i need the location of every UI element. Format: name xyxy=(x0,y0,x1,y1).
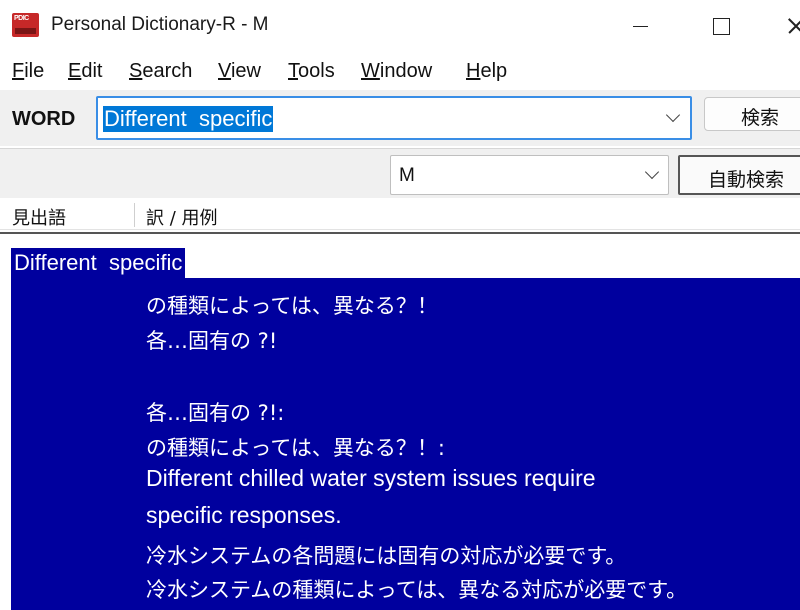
results-pane[interactable]: Different specific の種類によっては、異なる？！ 各…固有の … xyxy=(0,232,800,610)
close-icon[interactable] xyxy=(780,0,800,52)
word-input-value[interactable]: Different specific xyxy=(103,106,274,132)
entry-headword[interactable]: Different specific xyxy=(11,248,186,278)
search-toolbar: WORD Different specific 検索 xyxy=(0,90,800,146)
definition-line: 各…固有の ?! xyxy=(146,329,278,353)
maximize-icon[interactable] xyxy=(694,0,750,52)
word-label: WORD xyxy=(12,108,76,130)
menu-file[interactable]: File xyxy=(12,60,44,83)
menu-edit[interactable]: Edit xyxy=(68,60,102,83)
auto-search-button-label: 自動検索 xyxy=(708,169,785,191)
column-divider[interactable] xyxy=(134,203,135,227)
column-header: 見出語 訳 / 用例 xyxy=(0,200,800,230)
menu-window[interactable]: Window xyxy=(361,60,432,83)
menu-help[interactable]: Help xyxy=(466,60,507,83)
definition-line: 各…固有の ?!: xyxy=(146,401,285,425)
definition-line: の種類によっては、異なる？！ xyxy=(146,294,438,318)
pdic-book-icon[interactable]: PDIC xyxy=(12,13,39,37)
example-translation-line: 冷水システムの各問題には固有の対応が必要です。 xyxy=(146,544,627,568)
window-title: Personal Dictionary-R - M xyxy=(51,14,269,35)
search-button-label: 検索 xyxy=(741,107,780,129)
title-bar: PDIC Personal Dictionary-R - M xyxy=(0,0,800,52)
menu-search[interactable]: Search xyxy=(129,60,192,83)
dictionary-select[interactable]: M xyxy=(390,155,669,195)
dictionary-select-value: M xyxy=(399,165,415,186)
dictionary-toolbar: M 自動検索 xyxy=(0,148,800,198)
chevron-down-icon[interactable] xyxy=(665,107,681,123)
definition-line: の種類によっては、異なる？！: xyxy=(146,436,445,460)
word-input[interactable]: Different specific xyxy=(96,96,692,140)
menu-file-rest: ile xyxy=(24,60,45,82)
menu-tools[interactable]: Tools xyxy=(288,60,335,83)
column-headword[interactable]: 見出語 xyxy=(12,204,66,230)
auto-search-button[interactable]: 自動検索 xyxy=(678,155,800,195)
example-line: Different chilled water system issues re… xyxy=(146,465,596,491)
menu-bar: File Edit Search View Tools Window Help xyxy=(0,56,800,88)
menu-view[interactable]: View xyxy=(218,60,261,83)
example-line: specific responses. xyxy=(146,502,342,528)
example-translation-line: 冷水システムの種類によっては、異なる対応が必要です。 xyxy=(146,578,688,602)
search-button[interactable]: 検索 xyxy=(704,97,800,131)
minimize-icon[interactable] xyxy=(611,0,667,52)
chevron-down-icon[interactable] xyxy=(644,164,660,180)
app-icon-label: PDIC xyxy=(14,15,29,22)
column-translation[interactable]: 訳 / 用例 xyxy=(146,204,218,230)
